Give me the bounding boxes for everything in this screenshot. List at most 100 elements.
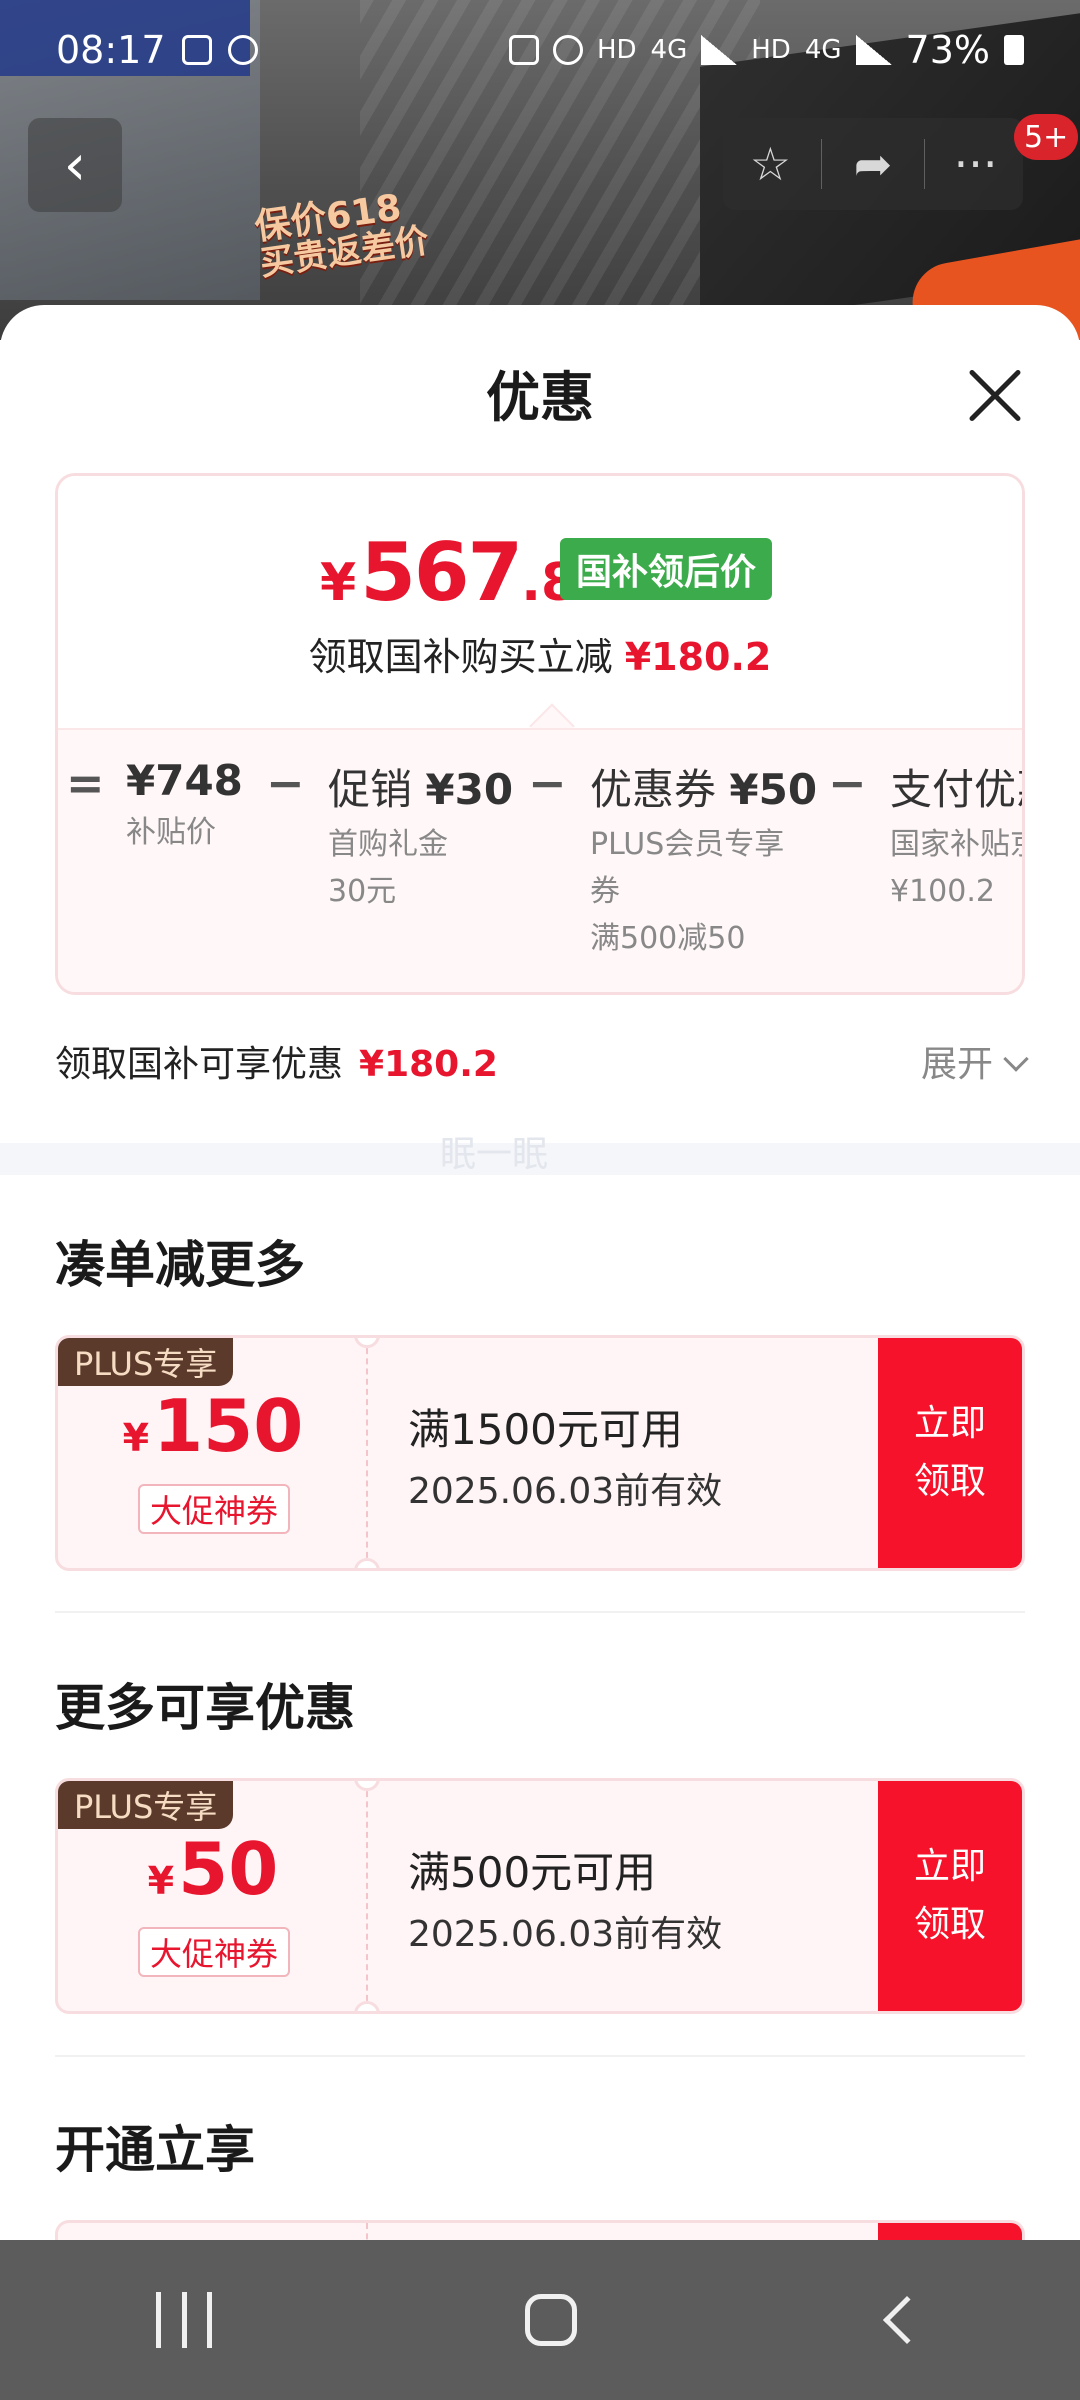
claim-coupon-button[interactable]: 立即 领取 xyxy=(878,1338,1022,1568)
alarm-icon xyxy=(552,35,583,65)
breakdown-item-main: 促销 ¥30 xyxy=(328,756,513,817)
breakdown-item-main: 优惠券 ¥50 xyxy=(590,756,817,817)
coupon-condition: 满1500元可用 xyxy=(408,1405,683,1454)
coupon-type-label: 大促神券 xyxy=(138,1927,291,1977)
claim-label-2: 领取 xyxy=(913,1904,986,1945)
coupon-card-partial xyxy=(55,2220,1025,2240)
expand-button[interactable]: 展开 xyxy=(920,1035,1029,1087)
price-subtitle: 领取国补购买立减 ¥180.2 xyxy=(58,626,1022,681)
subsidy-price-tag: 国补领后价 xyxy=(560,538,773,600)
breakdown-desc: 补贴价 xyxy=(126,815,216,850)
price-summary: ¥ 567 .8 国补领后价 领取国补购买立减 ¥180.2 xyxy=(58,476,1022,728)
plus-exclusive-tag: PLUS专享 xyxy=(58,1781,234,1829)
breakdown-desc: 国家补贴京 xyxy=(890,827,1025,862)
network-hd-label-2: HD xyxy=(751,35,791,65)
breakdown-op: − xyxy=(266,756,305,810)
claim-label-1: 立即 xyxy=(913,1846,986,1887)
breakdown-amount: ¥50 xyxy=(729,765,818,814)
product-actions: ☆ ➦ ··· xyxy=(723,118,1023,210)
section-title-open: 开通立享 xyxy=(55,2121,255,2179)
breakdown-item-promo: 促销 ¥30 首购礼金 30元 xyxy=(328,756,513,915)
coupon-perforation xyxy=(366,2223,368,2240)
breakdown-label: 优惠券 xyxy=(590,765,717,814)
section-separator xyxy=(55,1611,1025,1613)
status-time: 08:17 xyxy=(56,28,166,72)
watermark: 眠一眠 xyxy=(440,1134,549,1175)
breakdown-label: 促销 xyxy=(328,765,413,814)
coupon-currency: ¥ xyxy=(122,1416,150,1460)
coupon-perforation xyxy=(366,1338,368,1568)
coupon-type-label: 大促神券 xyxy=(138,1484,291,1534)
home-icon[interactable] xyxy=(524,2294,577,2346)
plus-exclusive-tag: PLUS专享 xyxy=(58,1338,234,1386)
coupon-condition: 满500元可用 xyxy=(408,1848,657,1897)
breakdown-op: − xyxy=(528,756,567,810)
chevron-down-icon xyxy=(1003,1046,1029,1072)
actions-divider-2 xyxy=(923,139,925,189)
coupon-validity: 2025.06.03前有效 xyxy=(408,1471,723,1512)
section-separator xyxy=(55,2055,1025,2057)
network-hd-label-1: HD xyxy=(596,35,637,65)
sheet-title: 优惠 xyxy=(486,366,594,429)
breakdown-amount: ¥30 xyxy=(425,765,514,814)
breakdown-item-base: ¥748 补贴价 xyxy=(126,756,243,856)
price-breakdown: = ¥748 补贴价 − 促销 ¥30 首购礼金 30元 − 优惠券 ¥50 P… xyxy=(58,728,1025,992)
coupon-card: PLUS专享 ¥150 大促神券 满1500元可用 2025.06.03前有效 … xyxy=(55,1335,1025,1571)
coupon-notch xyxy=(354,1558,380,1568)
app-notification-icon xyxy=(227,35,258,65)
system-back-icon[interactable] xyxy=(882,2295,931,2345)
status-right: HD 4G HD 4G 73% xyxy=(508,28,1024,72)
promo-row-amount: ¥180.2 xyxy=(359,1044,498,1085)
coupon-amount: ¥150 xyxy=(58,1384,368,1468)
price-subtitle-text: 领取国补购买立减 xyxy=(308,635,613,679)
coupon-value: 50 xyxy=(178,1827,279,1911)
more-icon[interactable]: ··· xyxy=(932,137,1020,191)
coupon-perforation xyxy=(366,1781,368,2011)
price-card: ¥ 567 .8 国补领后价 领取国补购买立减 ¥180.2 = ¥748 补贴价… xyxy=(55,473,1025,995)
breakdown-desc: PLUS会员专享 xyxy=(590,827,785,862)
section-title-combine: 凑单减更多 xyxy=(55,1236,305,1294)
section-title-more: 更多可享优惠 xyxy=(55,1679,355,1737)
breakdown-item-main: ¥748 xyxy=(126,756,243,805)
breakdown-desc: 首购礼金 xyxy=(328,827,448,862)
signal-icon-2 xyxy=(855,35,892,65)
back-button[interactable]: ‹ xyxy=(28,118,122,212)
breakdown-item-payment: 支付优惠 国家补贴京 ¥100.2 xyxy=(890,756,1025,915)
price-subtitle-amount: ¥180.2 xyxy=(624,635,772,679)
coupon-notch xyxy=(354,1338,380,1348)
breakdown-desc: 券 xyxy=(590,874,620,909)
breakdown-amount: ¥748 xyxy=(126,756,243,805)
claim-label-1: 立即 xyxy=(913,1403,986,1444)
breakdown-desc: ¥100.2 xyxy=(890,874,995,909)
promo-row-label: 领取国补可享优惠 xyxy=(55,1044,344,1085)
coupon-amount: ¥50 xyxy=(58,1827,368,1911)
subsidy-promo-row[interactable]: 领取国补可享优惠 ¥180.2 展开 xyxy=(55,1035,1029,1095)
notification-icon xyxy=(181,35,212,65)
coupon-validity: 2025.06.03前有效 xyxy=(408,1914,723,1955)
claim-coupon-button[interactable]: 立即 领取 xyxy=(878,1781,1022,2011)
close-icon[interactable] xyxy=(960,360,1030,430)
breakdown-label: 支付优惠 xyxy=(890,765,1022,814)
final-price: ¥ 567 .8 xyxy=(320,526,577,619)
favorite-star-icon[interactable]: ☆ xyxy=(726,137,814,191)
battery-saver-icon xyxy=(508,35,539,65)
network-4g-label-1: 4G xyxy=(650,35,688,65)
breakdown-desc: 30元 xyxy=(328,874,397,909)
claim-coupon-button-partial[interactable] xyxy=(878,2223,1022,2240)
breakdown-item-coupon: 优惠券 ¥50 PLUS会员专享 券 满500减50 xyxy=(590,756,817,962)
discount-sheet: 优惠 ¥ 567 .8 国补领后价 领取国补购买立减 ¥180.2 = ¥748 … xyxy=(0,305,1080,2240)
battery-percent: 73% xyxy=(905,28,990,72)
share-icon[interactable]: ➦ xyxy=(829,137,917,191)
coupon-value: 150 xyxy=(153,1384,304,1468)
recent-apps-icon[interactable] xyxy=(156,2292,213,2348)
breakdown-desc: 满500减50 xyxy=(590,921,746,956)
actions-divider xyxy=(821,139,823,189)
claim-label-2: 领取 xyxy=(913,1461,986,1502)
price-integer: 567 xyxy=(360,526,523,619)
network-4g-label-2: 4G xyxy=(804,35,842,65)
coupon-notch xyxy=(354,2001,380,2011)
system-nav-bar xyxy=(0,2240,1080,2400)
battery-icon xyxy=(1004,35,1024,65)
expand-label: 展开 xyxy=(920,1044,993,1085)
chevron-left-icon: ‹ xyxy=(63,132,87,198)
